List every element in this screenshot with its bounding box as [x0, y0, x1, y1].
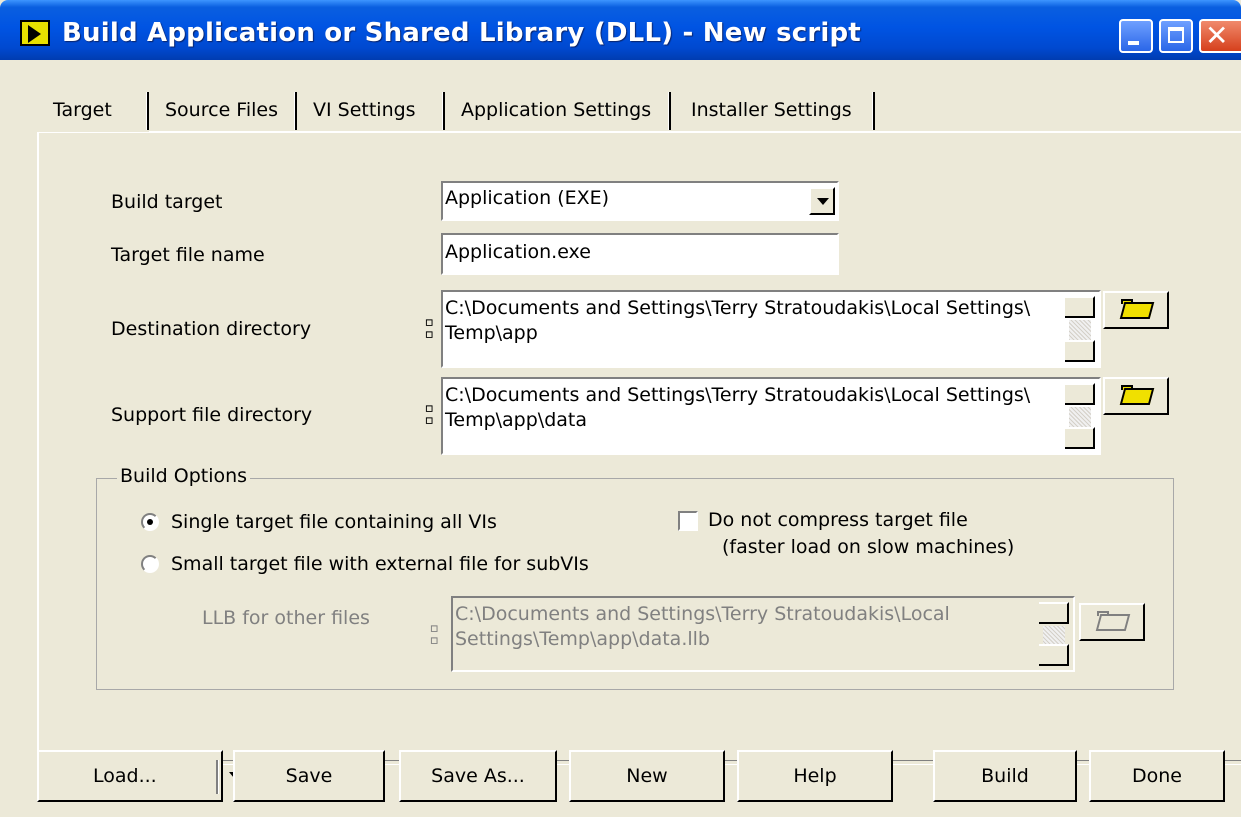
support-file-directory-input[interactable]: C:\Documents and Settings\Terry Stratoud…	[441, 377, 1101, 455]
tab-label: Installer Settings	[691, 99, 852, 121]
load-button[interactable]: Load...	[37, 750, 239, 802]
help-button-label: Help	[793, 765, 837, 787]
radio-small-target[interactable]	[141, 555, 159, 573]
close-button[interactable]: ✕	[1199, 19, 1241, 53]
folder-open-icon	[1119, 302, 1155, 319]
minimize-icon	[1128, 41, 1139, 45]
done-button-label: Done	[1132, 765, 1182, 787]
radio-single-target[interactable]	[141, 513, 159, 531]
support-scrollbar[interactable]	[1065, 383, 1095, 449]
folder-open-icon	[1095, 614, 1131, 631]
build-options-title: Build Options	[117, 465, 251, 487]
do-not-compress-label[interactable]: Do not compress target file	[708, 509, 968, 531]
path-type-icon: ▫ ▫	[429, 618, 440, 650]
build-target-label: Build target	[111, 191, 223, 213]
tab-label: Application Settings	[461, 99, 652, 121]
new-button-label: New	[626, 765, 668, 787]
path-type-icon: ▫ ▫	[424, 312, 435, 344]
build-button-label: Build	[981, 765, 1029, 787]
build-target-select[interactable]: Application (EXE)	[441, 181, 839, 221]
title-bar[interactable]: Build Application or Shared Library (DLL…	[0, 0, 1241, 60]
new-button[interactable]: New	[569, 750, 725, 802]
do-not-compress-hint: (faster load on slow machines)	[722, 536, 1015, 558]
build-button[interactable]: Build	[933, 750, 1077, 802]
tab-application-settings[interactable]: Application Settings	[445, 90, 671, 132]
target-file-name-input[interactable]: Application.exe	[441, 233, 839, 275]
radio-selected-dot	[147, 519, 153, 525]
save-button-label: Save	[285, 765, 333, 787]
radio-small-target-label[interactable]: Small target file with external file for…	[171, 553, 589, 575]
destination-directory-label: Destination directory	[111, 318, 312, 340]
llb-scrollbar	[1039, 602, 1069, 666]
maximize-icon	[1168, 27, 1184, 43]
tab-target[interactable]: Target	[37, 90, 149, 132]
support-browse-button[interactable]	[1103, 377, 1169, 415]
window-title: Build Application or Shared Library (DLL…	[62, 18, 861, 48]
support-file-directory-value: C:\Documents and Settings\Terry Stratoud…	[445, 384, 1031, 431]
llb-path-value: C:\Documents and Settings\Terry Stratoud…	[455, 603, 950, 650]
tab-label: VI Settings	[313, 99, 416, 121]
llb-browse-button	[1079, 603, 1145, 641]
build-target-value: Application (EXE)	[445, 187, 610, 209]
destination-directory-value: C:\Documents and Settings\Terry Stratoud…	[445, 297, 1031, 344]
tab-label: Target	[53, 99, 112, 121]
labview-app-icon	[20, 20, 50, 46]
destination-browse-button[interactable]	[1103, 291, 1169, 329]
llb-path-input: C:\Documents and Settings\Terry Stratoud…	[451, 596, 1075, 672]
do-not-compress-checkbox[interactable]	[678, 511, 698, 531]
target-file-name-label: Target file name	[111, 244, 265, 266]
dropdown-button[interactable]	[809, 187, 835, 215]
radio-single-target-label[interactable]: Single target file containing all VIs	[171, 511, 497, 533]
minimize-button[interactable]	[1119, 19, 1153, 53]
destination-directory-input[interactable]: C:\Documents and Settings\Terry Stratoud…	[441, 290, 1101, 368]
target-file-name-value: Application.exe	[445, 241, 591, 263]
folder-open-icon	[1119, 388, 1155, 405]
save-as-button-label: Save As...	[431, 765, 525, 787]
close-icon: ✕	[1205, 19, 1229, 52]
tab-vi-settings[interactable]: VI Settings	[297, 90, 445, 132]
tab-installer-settings[interactable]: Installer Settings	[671, 90, 875, 132]
done-button[interactable]: Done	[1089, 750, 1225, 802]
path-type-icon: ▫ ▫	[424, 398, 435, 430]
chevron-down-icon	[817, 198, 829, 205]
llb-label: LLB for other files	[202, 607, 370, 629]
save-as-button[interactable]: Save As...	[399, 750, 557, 802]
tab-label: Source Files	[165, 99, 278, 121]
build-application-dialog: Build Application or Shared Library (DLL…	[0, 0, 1241, 817]
destination-scrollbar[interactable]	[1065, 296, 1095, 362]
maximize-button[interactable]	[1159, 19, 1193, 53]
help-button[interactable]: Help	[737, 750, 893, 802]
tab-source-files[interactable]: Source Files	[149, 90, 297, 132]
support-file-directory-label: Support file directory	[111, 404, 313, 426]
load-button-label: Load...	[93, 765, 157, 787]
save-button[interactable]: Save	[233, 750, 385, 802]
